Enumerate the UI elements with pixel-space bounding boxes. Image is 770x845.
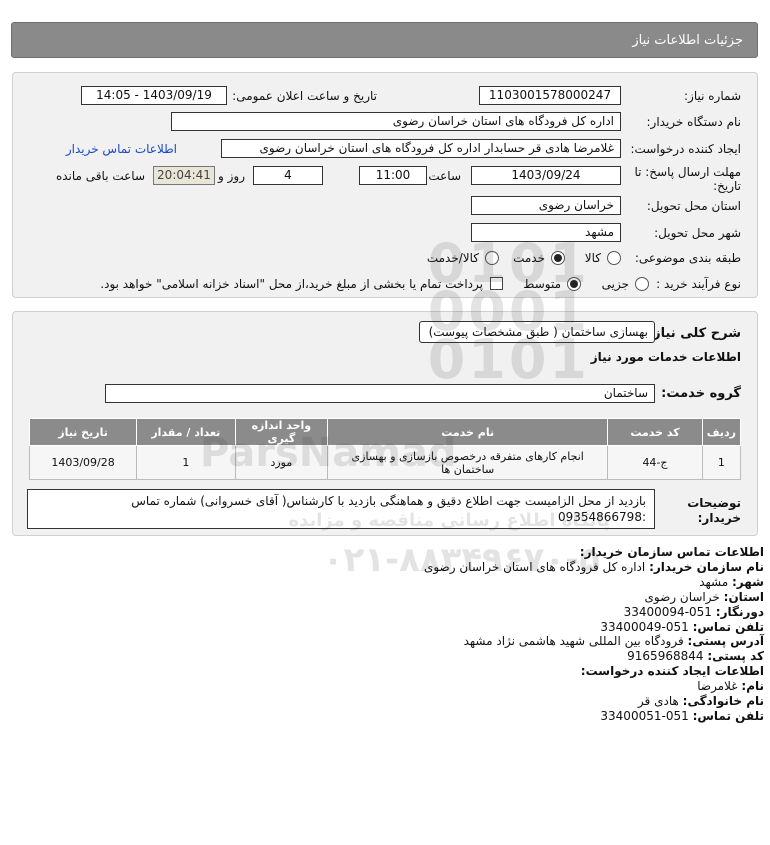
category-option-goods-service: کالا/خدمت (426, 251, 479, 265)
city-label: شهر محل تحویل: (654, 226, 741, 240)
contact-fax: دورنگار: 051-33400094 (623, 604, 764, 619)
buyer-notes-label-line1: توضیحات (687, 496, 741, 510)
remaining-time-field: 20:04:41 (153, 166, 215, 185)
cell-need-date: 1403/09/28 (28, 445, 138, 480)
category-radio-goods[interactable] (607, 251, 621, 265)
deadline-label-line2: تاریخ: (713, 179, 741, 193)
services-table: ردیف کد خدمت نام خدمت واحد اندازه گیری ت… (28, 418, 742, 480)
col-need-date: تاریخ نیاز (28, 418, 138, 446)
deadline-time-field[interactable]: 11:00 (359, 166, 427, 185)
days-remaining-field[interactable]: 4 (253, 166, 323, 185)
category-option-service: خدمت (513, 251, 545, 265)
services-table-header: ردیف کد خدمت نام خدمت واحد اندازه گیری ت… (28, 418, 742, 446)
contact-province: استان: خراسان رضوی (644, 589, 764, 604)
contact-last-name: نام خانوادگی: هادی قر (637, 694, 764, 709)
buyer-org-field[interactable]: اداره کل فرودگاه های استان خراسان رضوی (171, 112, 621, 131)
page-header: جزئیات اطلاعات نیاز (11, 22, 758, 58)
category-option-goods: کالا (584, 251, 601, 265)
contact-phone: تلفن تماس: 051-33400049 (600, 619, 764, 634)
process-label: نوع فرآیند خرید : (656, 277, 741, 291)
category-radio-goods-service[interactable] (485, 251, 499, 265)
cell-row: 1 (701, 445, 742, 480)
announce-date-label: تاریخ و ساعت اعلان عمومی: (232, 89, 377, 103)
service-group-label: گروه خدمت: (661, 386, 741, 401)
col-unit: واحد اندازه گیری (234, 418, 329, 446)
buyer-contact-link[interactable]: اطلاعات تماس خریدار (66, 142, 177, 156)
city-field[interactable]: مشهد (471, 223, 621, 242)
contact-info: اطلاعات تماس سازمان خریدار: نام سازمان خ… (144, 545, 764, 724)
deadline-date-field[interactable]: 1403/09/24 (471, 166, 621, 185)
announce-date-field[interactable]: 1403/09/19 - 14:05 (81, 86, 227, 105)
category-radio-service[interactable] (551, 251, 565, 265)
col-quantity: تعداد / مقدار (136, 418, 236, 446)
col-service-name: نام خدمت (327, 418, 609, 446)
contact-buyer-name: نام سازمان خریدار: اداره کل فرودگاه های … (423, 559, 764, 574)
deadline-label-line1: مهلت ارسال پاسخ: تا (634, 165, 741, 179)
service-group-field[interactable]: ساختمان (105, 384, 655, 403)
contact-creator-phone: تلفن تماس: 051-33400051 (600, 708, 764, 723)
contact-postal-code: کد پستی: 9165968844 (627, 649, 764, 664)
description-label: شرح کلی نیاز: (647, 326, 741, 341)
contact-address: آدرس پستی: فرودگاه بین المللی شهید هاشمی… (463, 634, 764, 649)
buyer-notes-label-line2: خریدار: (697, 511, 741, 525)
process-option-minor: جزیی (601, 277, 629, 291)
service-details-panel: شرح کلی نیاز: بهسازی ساختمان ( طبق مشخصا… (12, 311, 758, 536)
need-number-label: شماره نیاز: (684, 89, 741, 103)
services-title: اطلاعات خدمات مورد نیاز (590, 350, 741, 364)
page-title: جزئیات اطلاعات نیاز (632, 33, 743, 48)
col-row: ردیف (701, 418, 742, 446)
description-field[interactable]: بهسازی ساختمان ( طبق مشخصات پیوست) (419, 321, 655, 343)
province-label: استان محل تحویل: (646, 199, 741, 213)
cell-unit: مورد (234, 445, 329, 480)
buyer-org-label: نام دستگاه خریدار: (646, 115, 742, 129)
days-label: روز و (218, 169, 245, 183)
creator-label: ایجاد کننده درخواست: (630, 142, 741, 156)
category-label: طبقه بندی موضوعی: (634, 251, 741, 265)
buyer-notes-text-line2: :09354866798 (557, 510, 646, 524)
contact-org-title: اطلاعات تماس سازمان خریدار: (579, 545, 764, 559)
need-number-field[interactable]: 1103001578000247 (479, 86, 621, 105)
province-field[interactable]: خراسان رضوی (471, 196, 621, 215)
treasury-payment-checkbox[interactable] (490, 277, 503, 290)
process-radio-medium[interactable] (567, 277, 581, 291)
contact-first-name: نام: غلامرضا (697, 679, 764, 694)
table-row[interactable]: 1 ج-44 انجام کارهای متفرقه درخصوص بازساز… (28, 445, 742, 480)
cell-quantity: 1 (136, 445, 236, 480)
remaining-time-label: ساعت باقی مانده (55, 169, 145, 183)
contact-creator-title: اطلاعات ایجاد کننده درخواست: (580, 664, 764, 679)
buyer-notes-field[interactable]: بازدید از محل الزامیست جهت اطلاع دقیق و … (27, 489, 655, 529)
cell-service-name: انجام کارهای متفرقه درخصوص بازسازی و بهس… (327, 445, 609, 480)
buyer-notes-text-line1: بازدید از محل الزامیست جهت اطلاع دقیق و … (131, 494, 646, 508)
creator-field[interactable]: غلامرضا هادی قر حسابدار اداره کل فرودگاه… (221, 139, 621, 158)
process-radio-minor[interactable] (635, 277, 649, 291)
process-option-medium: متوسط (523, 277, 561, 291)
contact-city: شهر: مشهد (699, 574, 764, 589)
need-info-panel: شماره نیاز: 1103001578000247 تاریخ و ساع… (12, 72, 758, 298)
col-service-code: کد خدمت (607, 418, 703, 446)
treasury-payment-note: پرداخت تمام یا بخشی از مبلغ خرید،از محل … (100, 277, 483, 291)
cell-service-code: ج-44 (607, 445, 703, 480)
deadline-time-label: ساعت (428, 169, 461, 183)
